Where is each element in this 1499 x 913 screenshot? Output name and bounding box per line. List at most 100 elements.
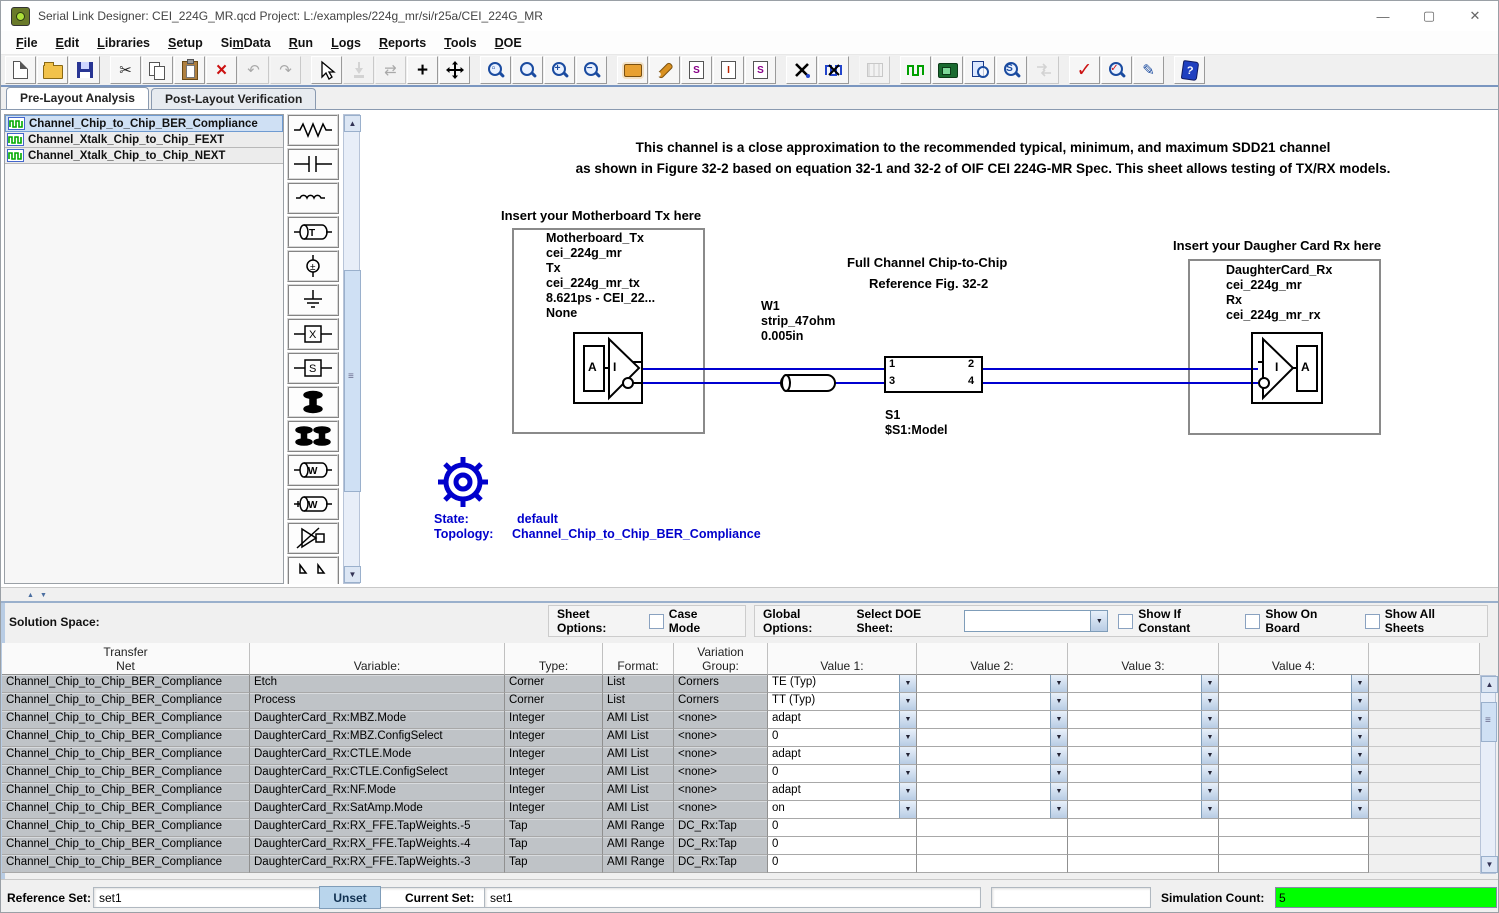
table-row[interactable]: Channel_Chip_to_Chip_BER_ComplianceDaugh…	[2, 855, 1480, 873]
current-set-field[interactable]: set1	[484, 887, 981, 908]
show-if-constant-checkbox[interactable]	[1118, 614, 1133, 629]
chevron-down-icon[interactable]: ▼	[1050, 783, 1067, 800]
value-dropdown[interactable]: ▼	[1068, 783, 1219, 801]
cut-button[interactable]: ✂	[110, 56, 141, 84]
chevron-down-icon[interactable]: ▼	[1201, 729, 1218, 746]
value-dropdown[interactable]: on▼	[768, 801, 917, 819]
menu-reports[interactable]: Reports	[370, 34, 435, 52]
chevron-down-icon[interactable]: ▼	[899, 765, 916, 782]
chevron-down-icon[interactable]: ▼	[899, 711, 916, 728]
value-cell[interactable]	[917, 855, 1068, 873]
value-dropdown[interactable]: ▼	[1219, 747, 1369, 765]
value-cell[interactable]: 0	[768, 819, 917, 837]
splitter-down-icon[interactable]: ▼	[40, 592, 47, 599]
value-dropdown[interactable]: ▼	[917, 693, 1068, 711]
menu-setup[interactable]: Setup	[159, 34, 212, 52]
value-cell[interactable]	[1219, 855, 1369, 873]
value-dropdown[interactable]: TT (Typ)▼	[768, 693, 917, 711]
value-dropdown[interactable]: 0▼	[768, 765, 917, 783]
wave-net-button[interactable]	[818, 56, 849, 84]
chevron-down-icon[interactable]: ▼	[1201, 711, 1218, 728]
value-dropdown[interactable]: ▼	[1068, 711, 1219, 729]
chevron-down-icon[interactable]: ▼	[1351, 801, 1368, 818]
value-dropdown[interactable]: ▼	[1219, 783, 1369, 801]
schematic-canvas[interactable]: This channel is a close approximation to…	[363, 110, 1499, 587]
palette-via[interactable]	[287, 386, 339, 418]
net-tool-button[interactable]	[786, 56, 817, 84]
menu-doe[interactable]: DOE	[486, 34, 531, 52]
delete-button[interactable]: ×	[206, 56, 237, 84]
menu-libraries[interactable]: Libraries	[88, 34, 159, 52]
maximize-button[interactable]: ▢	[1406, 1, 1452, 31]
tab-pre-layout-analysis[interactable]: Pre-Layout Analysis	[6, 87, 149, 109]
palette-w-line-2[interactable]: W	[287, 488, 339, 520]
value-dropdown[interactable]: ▼	[917, 711, 1068, 729]
palette-inductor[interactable]	[287, 182, 339, 214]
edit-check-button[interactable]: ✎	[1133, 56, 1164, 84]
value-cell[interactable]	[1068, 819, 1219, 837]
table-row[interactable]: Channel_Chip_to_Chip_BER_ComplianceProce…	[2, 693, 1480, 711]
tab-post-layout-verification[interactable]: Post-Layout Verification	[151, 88, 316, 109]
table-scrollbar[interactable]: ▲ ▼	[1480, 675, 1496, 874]
chevron-down-icon[interactable]: ▼	[1050, 693, 1067, 710]
scrollbar-thumb[interactable]	[344, 270, 361, 492]
palette-source[interactable]: ±	[287, 250, 339, 282]
chevron-down-icon[interactable]: ▼	[899, 801, 916, 818]
chevron-down-icon[interactable]: ▼	[1050, 711, 1067, 728]
waveform-viewer-button[interactable]	[900, 56, 931, 84]
chevron-down-icon[interactable]: ▼	[1201, 747, 1218, 764]
chevron-down-icon[interactable]: ▼	[1351, 675, 1368, 692]
value-dropdown[interactable]: ▼	[1219, 729, 1369, 747]
chevron-down-icon[interactable]: ▼	[1050, 747, 1067, 764]
chevron-down-icon[interactable]: ▼	[1201, 765, 1218, 782]
palette-scrollbar[interactable]: ▲ ▼	[343, 114, 360, 584]
value-cell[interactable]	[1219, 819, 1369, 837]
zoom-in-button[interactable]: +	[544, 56, 575, 84]
menu-tools[interactable]: Tools	[435, 34, 485, 52]
chevron-down-icon[interactable]: ▼	[899, 747, 916, 764]
palette-buffer[interactable]	[287, 522, 339, 554]
value-dropdown[interactable]: ▼	[917, 801, 1068, 819]
chevron-down-icon[interactable]: ▼	[1090, 611, 1107, 631]
palette-dual-via[interactable]	[287, 420, 339, 452]
value-dropdown[interactable]: ▼	[1219, 711, 1369, 729]
table-row[interactable]: Channel_Chip_to_Chip_BER_ComplianceDaugh…	[2, 837, 1480, 855]
chevron-down-icon[interactable]: ▼	[1050, 729, 1067, 746]
paste-button[interactable]	[174, 56, 205, 84]
value-dropdown[interactable]: TE (Typ)▼	[768, 675, 917, 693]
table-row[interactable]: Channel_Chip_to_Chip_BER_ComplianceDaugh…	[2, 747, 1480, 765]
scroll-up-icon[interactable]: ▲	[1481, 676, 1498, 693]
palette-s-block[interactable]: S	[287, 352, 339, 384]
value-dropdown[interactable]: ▼	[917, 675, 1068, 693]
chevron-down-icon[interactable]: ▼	[1351, 693, 1368, 710]
save-button[interactable]	[69, 56, 100, 84]
value-cell[interactable]: 0	[768, 837, 917, 855]
splitter-up-icon[interactable]: ▲	[27, 592, 34, 599]
sheet-tree-item[interactable]: Channel_Chip_to_Chip_BER_Compliance	[5, 115, 283, 132]
palette-w-line[interactable]: W	[287, 454, 339, 486]
chevron-down-icon[interactable]: ▼	[1351, 729, 1368, 746]
spice-file-button[interactable]: S	[681, 56, 712, 84]
chevron-down-icon[interactable]: ▼	[899, 729, 916, 746]
value-cell[interactable]	[1219, 837, 1369, 855]
doe-sheet-select[interactable]: ▼	[964, 610, 1108, 632]
value-dropdown[interactable]: adapt▼	[768, 747, 917, 765]
value-dropdown[interactable]: 0▼	[768, 729, 917, 747]
select-cursor-button[interactable]	[311, 56, 342, 84]
ibis-file-button[interactable]: I	[713, 56, 744, 84]
open-button[interactable]	[37, 56, 68, 84]
table-row[interactable]: Channel_Chip_to_Chip_BER_ComplianceDaugh…	[2, 783, 1480, 801]
sparam-file-button[interactable]: S	[745, 56, 776, 84]
value-dropdown[interactable]: ▼	[1219, 693, 1369, 711]
scroll-down-icon[interactable]: ▼	[1481, 856, 1498, 873]
show-on-board-checkbox[interactable]	[1245, 614, 1260, 629]
rx-buffer-symbol[interactable]	[1252, 333, 1322, 403]
chevron-down-icon[interactable]: ▼	[1351, 747, 1368, 764]
show-all-sheets-checkbox[interactable]	[1365, 614, 1380, 629]
value-cell[interactable]: 0	[768, 855, 917, 873]
value-dropdown[interactable]: ▼	[1219, 675, 1369, 693]
menu-logs[interactable]: Logs	[322, 34, 370, 52]
minimize-button[interactable]: —	[1360, 1, 1406, 31]
palette-capacitor[interactable]	[287, 148, 339, 180]
state-gear-icon[interactable]	[438, 457, 488, 507]
